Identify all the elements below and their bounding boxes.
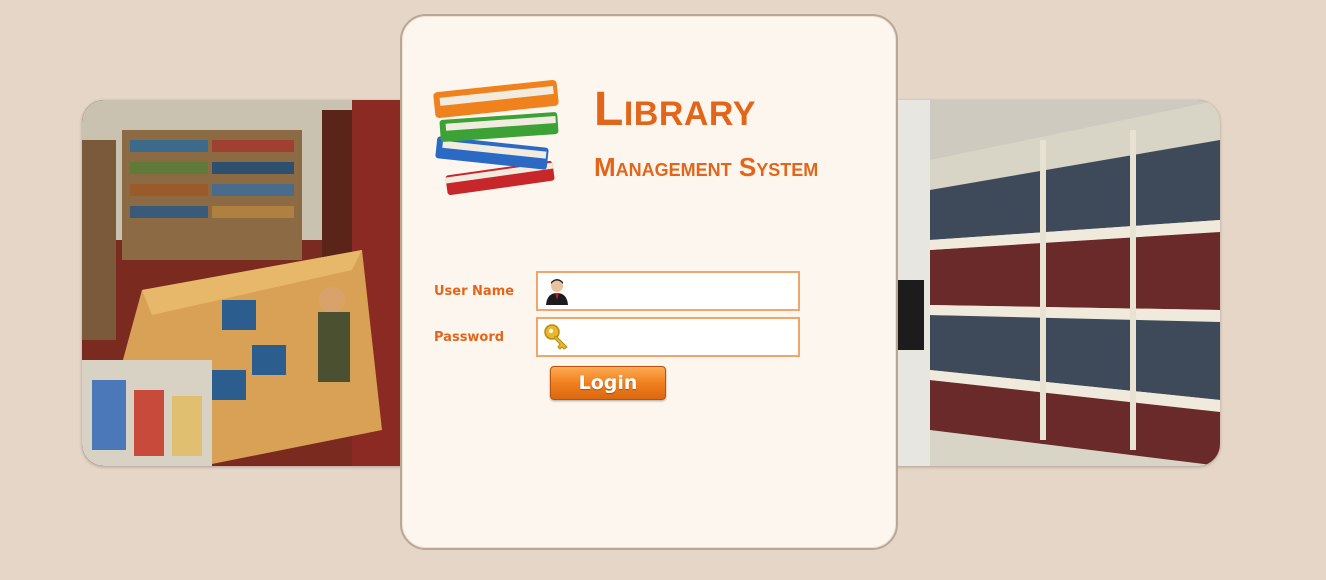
username-input[interactable] <box>572 274 798 308</box>
books-stack-icon <box>433 79 559 196</box>
library-bookshelves-photo <box>890 100 1220 466</box>
key-icon <box>544 324 568 350</box>
app-subtitle: Management System <box>594 152 819 182</box>
password-input[interactable] <box>572 320 798 354</box>
username-label: User Name <box>434 284 515 299</box>
password-label: Password <box>434 330 505 345</box>
password-field[interactable] <box>536 317 800 357</box>
library-reading-room-photo <box>82 100 412 466</box>
app-title: Library <box>594 83 756 136</box>
username-field[interactable] <box>536 271 800 311</box>
login-button[interactable]: Login <box>550 366 666 400</box>
user-avatar-icon <box>546 279 568 305</box>
login-card: Library Management System User Name Pass… <box>400 14 898 550</box>
